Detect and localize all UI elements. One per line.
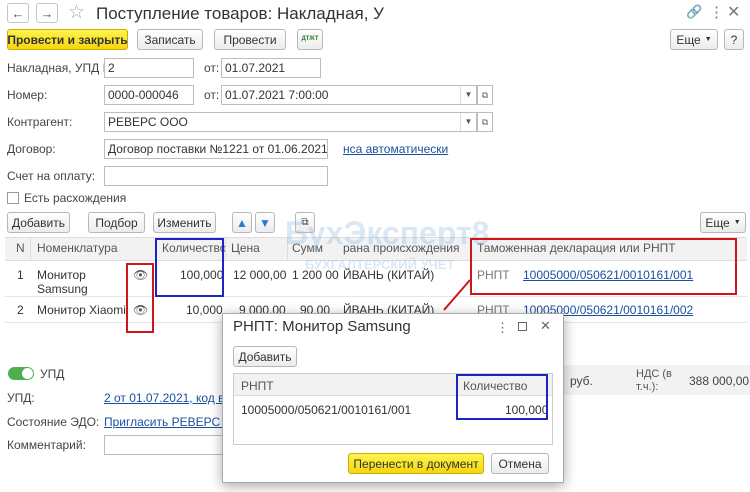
dialog-maximize-icon[interactable]	[518, 322, 527, 331]
dialog-add-button[interactable]: Добавить	[233, 346, 297, 367]
vat-label: НДС (в т.ч.):	[636, 368, 680, 394]
upd-toggle-label: УПД	[40, 367, 65, 381]
dialog-title: РНПТ: Монитор Samsung	[233, 318, 411, 335]
vat-value: 388 000,00	[689, 374, 750, 388]
dialog-quantity-highlight	[456, 374, 548, 420]
edo-label: Состояние ЭДО:	[7, 415, 100, 429]
transfer-to-document-button[interactable]: Перенести в документ	[348, 453, 484, 474]
dialog-more-icon[interactable]: ⋮	[496, 320, 509, 336]
vat-label-text: НДС (в т.ч.):	[636, 368, 672, 393]
currency-label: руб.	[570, 374, 593, 388]
dialog-row-rnpt[interactable]: 10005000/050621/0010161/001	[241, 403, 411, 417]
toggle-knob	[22, 368, 33, 379]
cancel-button[interactable]: Отмена	[491, 453, 549, 474]
upd-toggle[interactable]	[8, 367, 34, 380]
upd-label: УПД:	[7, 391, 35, 405]
dialog-close-icon[interactable]: ✕	[540, 318, 551, 334]
dialog-col-rnpt[interactable]: РНПТ	[241, 379, 274, 393]
comment-label: Комментарий:	[7, 438, 86, 452]
